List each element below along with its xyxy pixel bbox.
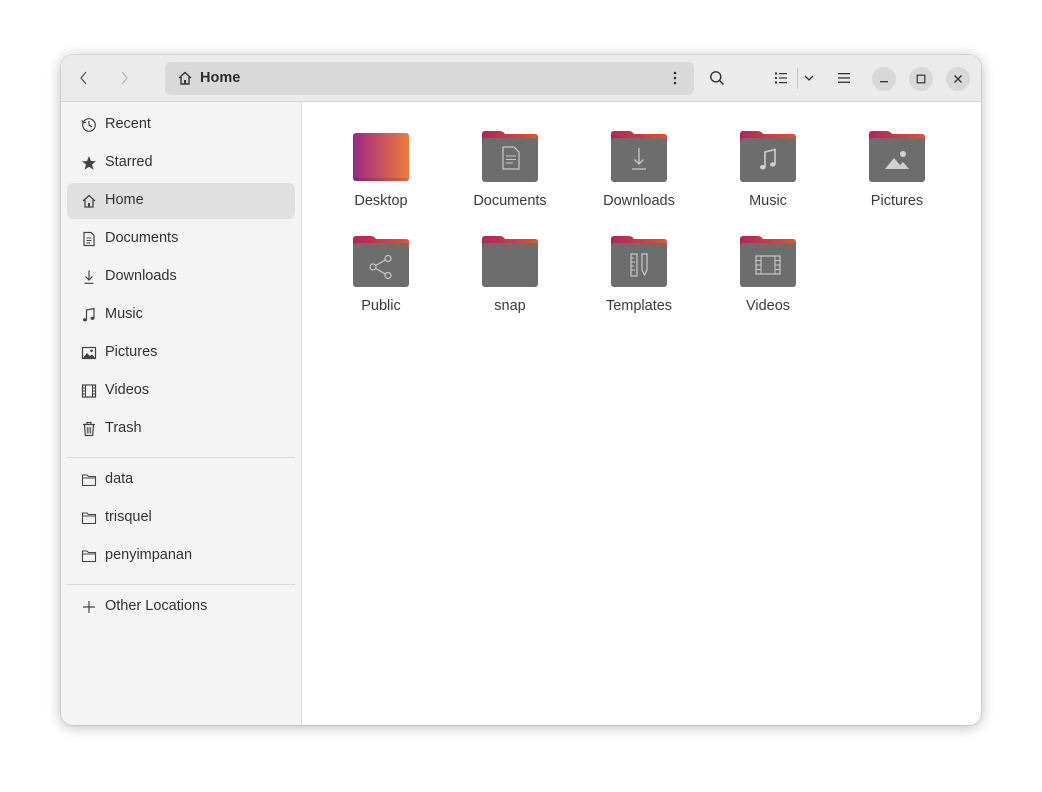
sidebar-item-data[interactable]: data [67, 462, 295, 498]
close-icon [954, 75, 962, 83]
file-item-label: Music [749, 193, 787, 209]
file-item-music[interactable]: Music [713, 131, 823, 231]
desktop-folder-icon [353, 133, 409, 181]
sidebar-item-label: Recent [105, 116, 151, 132]
sidebar-item-trisquel[interactable]: trisquel [67, 500, 295, 536]
plus-icon [83, 601, 95, 613]
file-item-downloads[interactable]: Downloads [584, 131, 694, 231]
file-item-label: Documents [473, 193, 547, 209]
public-folder-icon [353, 236, 409, 287]
search-button[interactable] [702, 63, 732, 93]
sidebar-item-label: Pictures [105, 344, 158, 360]
header-bar: Home [61, 55, 981, 102]
folder-icon [482, 236, 538, 287]
home-icon [82, 194, 96, 208]
folder-icon [81, 512, 97, 525]
folder-icon [81, 550, 97, 563]
path-menu-button[interactable] [664, 67, 686, 89]
picture-icon [81, 346, 97, 360]
clock-icon [81, 118, 96, 132]
vertical-dots-icon [673, 71, 677, 85]
downloads-folder-icon [611, 131, 667, 182]
file-item-snap[interactable]: snap [455, 236, 565, 336]
sidebar-item-documents[interactable]: Documents [67, 221, 295, 257]
hamburger-icon [838, 73, 850, 83]
file-item-label: Pictures [870, 193, 924, 209]
sidebar-item-videos[interactable]: Videos [67, 373, 295, 409]
sidebar-separator [67, 584, 295, 585]
trash-icon [83, 421, 95, 437]
chevron-down-icon [804, 75, 814, 81]
pictures-folder-icon [869, 131, 925, 182]
file-item-label: Templates [605, 298, 673, 314]
minimize-button[interactable] [872, 67, 896, 91]
file-item-label: Desktop [354, 193, 408, 209]
list-view-button[interactable] [766, 63, 796, 93]
sidebar-item-music[interactable]: Music [67, 297, 295, 333]
close-button[interactable] [946, 67, 970, 91]
sidebar-item-label: Videos [105, 382, 150, 398]
sidebar-item-label: data [105, 471, 134, 487]
sidebar-item-home[interactable]: Home [67, 183, 295, 219]
file-item-public[interactable]: Public [326, 236, 436, 336]
sidebar-item-penyimpanan[interactable]: penyimpanan [67, 538, 295, 574]
templates-folder-icon [611, 236, 667, 287]
sidebar-item-label: Music [105, 306, 143, 322]
music-note-icon [83, 307, 95, 322]
download-icon [84, 270, 94, 284]
file-item-label: Downloads [603, 193, 675, 209]
chevron-left-icon [80, 71, 87, 85]
sidebar-item-label: Starred [105, 154, 153, 170]
sidebar-separator [67, 457, 295, 458]
file-grid: Desktop Documents Downloads Music Pictur… [302, 102, 981, 725]
sidebar-item-trash[interactable]: Trash [67, 411, 295, 447]
file-item-documents[interactable]: Documents [455, 131, 565, 231]
sidebar-item-other-locations[interactable]: Other Locations [67, 589, 295, 625]
maximize-icon [916, 74, 926, 84]
file-item-videos[interactable]: Videos [713, 236, 823, 336]
documents-folder-icon [482, 131, 538, 182]
minimize-icon [880, 81, 888, 83]
file-item-label: snap [494, 298, 526, 314]
star-icon [82, 156, 96, 170]
file-manager-window: Home Recent Starred Home Documents Downl… [61, 55, 981, 725]
sidebar-item-recent[interactable]: Recent [67, 107, 295, 143]
film-icon [81, 384, 97, 398]
sidebar: Recent Starred Home Documents Downloads … [61, 102, 302, 725]
sidebar-item-starred[interactable]: Starred [67, 145, 295, 181]
list-view-icon [775, 72, 787, 84]
sidebar-item-downloads[interactable]: Downloads [67, 259, 295, 295]
maximize-button[interactable] [909, 67, 933, 91]
view-options-dropdown[interactable] [794, 63, 824, 93]
sidebar-item-label: Home [105, 192, 144, 208]
back-button[interactable] [69, 63, 99, 93]
search-icon [710, 71, 725, 86]
document-icon [83, 231, 95, 247]
sidebar-item-label: Documents [105, 230, 179, 246]
chevron-right-icon [121, 71, 128, 85]
music-folder-icon [740, 131, 796, 182]
file-item-pictures[interactable]: Pictures [842, 131, 952, 231]
main-menu-button[interactable] [829, 63, 859, 93]
home-icon [178, 71, 192, 85]
forward-button[interactable] [109, 63, 139, 93]
file-item-label: Public [361, 298, 401, 314]
file-item-desktop[interactable]: Desktop [326, 131, 436, 231]
sidebar-item-label: penyimpanan [105, 547, 193, 563]
sidebar-item-label: Trash [105, 420, 142, 436]
sidebar-item-label: trisquel [105, 509, 152, 525]
sidebar-item-label: Downloads [105, 268, 177, 284]
folder-icon [81, 474, 97, 487]
videos-folder-icon [740, 236, 796, 287]
file-item-label: Videos [745, 298, 791, 314]
path-home-label[interactable]: Home [200, 70, 240, 86]
file-item-templates[interactable]: Templates [584, 236, 694, 336]
path-bar[interactable]: Home [165, 62, 694, 95]
sidebar-item-label: Other Locations [105, 598, 208, 614]
sidebar-item-pictures[interactable]: Pictures [67, 335, 295, 371]
